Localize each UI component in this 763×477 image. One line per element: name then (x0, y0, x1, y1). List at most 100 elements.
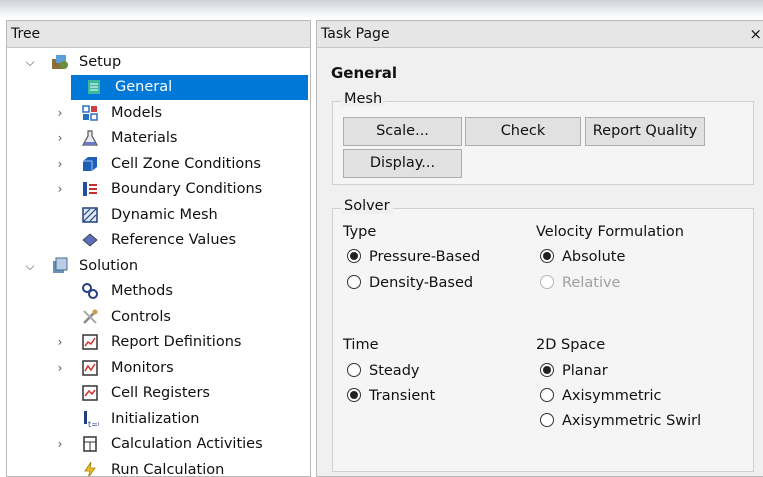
scale-button[interactable]: Scale... (343, 117, 462, 146)
tree-item-label: Boundary Conditions (111, 181, 263, 197)
tree-item-setup[interactable]: ⌵ Setup (7, 50, 310, 75)
tree-item-boundary-conditions[interactable]: › Boundary Conditions (7, 177, 310, 202)
relative-radio: Relative (540, 272, 620, 294)
tree-item-cell-zone-conditions[interactable]: › Cell Zone Conditions (7, 152, 310, 177)
pressure-based-radio[interactable]: Pressure-Based (347, 246, 480, 268)
transient-radio[interactable]: Transient (347, 385, 435, 407)
axisymmetric-swirl-radio[interactable]: Axisymmetric Swirl (540, 410, 701, 432)
tree-item-label: Materials (111, 130, 178, 146)
tree-item-label: Controls (111, 309, 171, 325)
chevron-right-icon[interactable]: › (53, 432, 67, 457)
tree-item-label: Calculation Activities (111, 436, 263, 452)
general-icon (85, 78, 103, 96)
calculation-activities-icon (81, 435, 99, 453)
tree-item-label: Dynamic Mesh (111, 207, 218, 223)
display-button[interactable]: Display... (343, 149, 462, 178)
axisymmetric-radio[interactable]: Axisymmetric (540, 385, 661, 407)
radio-empty-icon (347, 275, 361, 289)
svg-text:t=0: t=0 (88, 420, 99, 428)
density-based-radio[interactable]: Density-Based (347, 272, 473, 294)
steady-radio[interactable]: Steady (347, 360, 419, 382)
chevron-down-icon[interactable]: ⌵ (23, 50, 37, 75)
close-icon[interactable]: × (749, 21, 762, 47)
tree-item-controls[interactable]: Controls (7, 305, 310, 330)
tree-item-report-definitions[interactable]: › Report Definitions (7, 330, 310, 355)
radio-selected-icon (540, 363, 554, 377)
report-quality-button[interactable]: Report Quality (585, 117, 705, 146)
radio-empty-icon (540, 275, 554, 289)
tree-item-general[interactable]: General (71, 75, 308, 100)
initialization-icon: t=0 (81, 410, 103, 429)
page-title: General (331, 64, 397, 82)
radio-label: Density-Based (369, 275, 474, 291)
radio-empty-icon (540, 413, 554, 427)
tree-item-solution[interactable]: ⌵ Solution (7, 254, 310, 279)
methods-icon (81, 282, 99, 300)
radio-label: Axisymmetric (562, 388, 662, 404)
tree-item-label: Models (111, 105, 163, 121)
tree-item-label: Solution (79, 258, 139, 274)
chevron-right-icon[interactable]: › (53, 126, 67, 151)
solver-group-title: Solver (341, 198, 393, 214)
chevron-right-icon[interactable]: › (53, 152, 67, 177)
chevron-right-icon[interactable]: › (53, 356, 67, 381)
report-definitions-icon (81, 333, 99, 351)
radio-label: Planar (562, 363, 608, 379)
dynamic-mesh-icon (81, 206, 99, 224)
radio-empty-icon (347, 363, 361, 377)
tree-item-label: Methods (111, 283, 173, 299)
tree-item-label: Setup (79, 54, 122, 70)
controls-icon (81, 308, 99, 326)
check-button[interactable]: Check (465, 117, 581, 146)
tree-item-run-calculation[interactable]: Run Calculation (7, 458, 310, 477)
cell-registers-icon (81, 384, 99, 402)
task-page-panel: Task Page × General Mesh Scale... Check … (316, 20, 763, 477)
task-page-header: Task Page × (317, 21, 763, 48)
tree-item-cell-registers[interactable]: Cell Registers (7, 381, 310, 406)
type-label: Type (343, 224, 377, 240)
radio-label: Transient (369, 388, 436, 404)
tree-header: Tree (7, 21, 310, 48)
tree-item-label: Cell Zone Conditions (111, 156, 261, 172)
chevron-right-icon[interactable]: › (53, 330, 67, 355)
radio-label: Steady (369, 363, 420, 379)
window-shadow (0, 0, 763, 18)
time-label: Time (343, 337, 379, 353)
tree-item-label: General (115, 79, 173, 95)
chevron-right-icon[interactable]: › (53, 101, 67, 126)
radio-empty-icon (540, 388, 554, 402)
task-page-title: Task Page (321, 26, 390, 42)
boundary-icon (81, 180, 99, 198)
tree-title: Tree (11, 26, 41, 42)
chevron-right-icon[interactable]: › (53, 177, 67, 202)
tree-item-label: Cell Registers (111, 385, 210, 401)
tree-item-label: Reference Values (111, 232, 236, 248)
tree-item-monitors[interactable]: › Monitors (7, 356, 310, 381)
cell-zone-icon (81, 155, 99, 173)
tree-item-initialization[interactable]: t=0 Initialization (7, 407, 310, 432)
radio-selected-icon (540, 249, 554, 263)
tree-item-calculation-activities[interactable]: › Calculation Activities (7, 432, 310, 457)
planar-radio[interactable]: Planar (540, 360, 608, 382)
tree-item-dynamic-mesh[interactable]: Dynamic Mesh (7, 203, 310, 228)
radio-selected-icon (347, 249, 361, 263)
tree-item-materials[interactable]: › Materials (7, 126, 310, 151)
reference-values-icon (81, 231, 99, 249)
solution-icon (51, 257, 69, 275)
mesh-group-title: Mesh (341, 91, 386, 107)
chevron-down-icon[interactable]: ⌵ (23, 254, 37, 279)
absolute-radio[interactable]: Absolute (540, 246, 625, 268)
radio-label: Relative (562, 275, 621, 291)
radio-label: Pressure-Based (369, 249, 481, 265)
tree-item-methods[interactable]: Methods (7, 279, 310, 304)
2d-space-label: 2D Space (536, 337, 606, 353)
tree-panel: Tree ⌵ Setup General › Models › Material… (6, 20, 311, 477)
radio-selected-icon (347, 388, 361, 402)
tree-item-label: Initialization (111, 411, 200, 427)
setup-icon (51, 53, 69, 71)
velocity-formulation-label: Velocity Formulation (536, 224, 684, 240)
tree-item-reference-values[interactable]: Reference Values (7, 228, 310, 253)
materials-icon (81, 129, 99, 147)
tree-item-models[interactable]: › Models (7, 101, 310, 126)
tree-item-label: Run Calculation (111, 462, 225, 477)
